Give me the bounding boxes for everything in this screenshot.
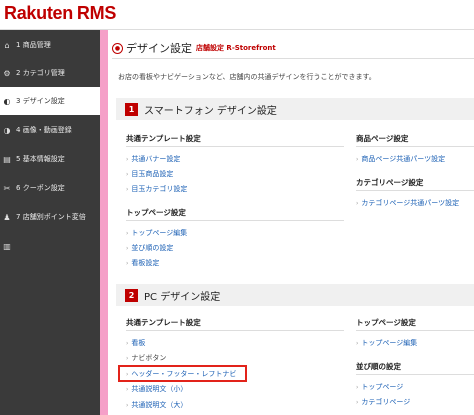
- page-title: デザイン設定: [126, 42, 192, 55]
- chevron-right-icon: ›: [356, 199, 359, 207]
- rakuten-rms-logo[interactable]: Rakuten RMS: [4, 3, 116, 24]
- section-header-smartphone: 1 スマートフォン デザイン設定: [116, 98, 474, 120]
- column-heading: トップページ設定: [356, 318, 416, 327]
- chevron-right-icon: ›: [126, 339, 129, 347]
- chevron-right-icon: ›: [126, 401, 129, 409]
- divider: [126, 330, 344, 331]
- section-title: スマートフォン デザイン設定: [144, 105, 277, 117]
- chevron-right-icon: ›: [356, 339, 359, 347]
- divider: [112, 58, 474, 59]
- link-featured-products[interactable]: › 目玉商品設定: [126, 169, 173, 179]
- section-header-pc: 2 PC デザイン設定: [116, 284, 474, 306]
- palette-icon: ◐: [3, 96, 11, 106]
- highlight-box: [118, 365, 247, 382]
- chevron-right-icon: ›: [126, 354, 129, 362]
- link-featured-categories[interactable]: › 目玉カテゴリ設定: [126, 184, 187, 194]
- design-icon: ●: [112, 42, 123, 54]
- divider: [356, 330, 474, 331]
- page-accent-border: [100, 30, 108, 415]
- link-product-page-parts[interactable]: › 商品ページ共通パーツ設定: [356, 154, 445, 164]
- divider: [126, 220, 344, 221]
- chevron-right-icon: ›: [356, 155, 359, 163]
- link-signboard[interactable]: › 看板設定: [126, 258, 159, 268]
- link-pc-top-page-edit[interactable]: › トップページ編集: [356, 338, 417, 348]
- section-number-badge: 1: [125, 102, 138, 116]
- chevron-right-icon: ›: [126, 229, 129, 237]
- link-common-desc-large[interactable]: › 共通説明文（大）: [126, 400, 187, 410]
- top-header: Rakuten RMS: [0, 0, 474, 30]
- column-heading: トップページ設定: [126, 208, 186, 217]
- ticket-icon: ✂: [3, 183, 11, 193]
- store-setting-label: 店舗設定 R-Storefront: [196, 44, 276, 52]
- sidebar-item-more[interactable]: ▥: [0, 232, 100, 260]
- link-order-top-page[interactable]: › トップページ: [356, 382, 403, 392]
- chevron-right-icon: ›: [126, 170, 129, 178]
- link-category-page-parts[interactable]: › カテゴリページ共通パーツ設定: [356, 198, 459, 208]
- list-icon: ▤: [3, 154, 11, 164]
- link-sort-order[interactable]: › 並び順の設定: [126, 243, 173, 253]
- chevron-right-icon: ›: [126, 385, 129, 393]
- people-icon: ♟: [3, 212, 11, 222]
- chevron-right-icon: ›: [356, 383, 359, 391]
- sidebar-item-design[interactable]: ◐ 3 デザイン設定: [0, 87, 100, 115]
- home-icon: ⌂: [4, 40, 10, 50]
- link-top-page-edit[interactable]: › トップページ編集: [126, 228, 187, 238]
- gear-icon: ⚙: [3, 68, 11, 78]
- sidebar: ⌂ 1 商品管理 ⚙ 2 カテゴリ管理 ◐ 3 デザイン設定 ◑ 4 画像・動画…: [0, 30, 100, 415]
- page-header: ● デザイン設定 店舗設定 R-Storefront: [112, 40, 276, 56]
- sidebar-item-basic-info[interactable]: ▤ 5 基本情報設定: [0, 145, 100, 173]
- chevron-right-icon: ›: [126, 259, 129, 267]
- sidebar-item-points[interactable]: ♟ 7 店舗別ポイント変倍: [0, 203, 100, 231]
- sidebar-item-images[interactable]: ◑ 4 画像・動画登録: [0, 116, 100, 144]
- menu-icon: ▥: [3, 241, 11, 251]
- chevron-right-icon: ›: [126, 185, 129, 193]
- section-title: PC デザイン設定: [144, 291, 221, 303]
- divider: [356, 190, 474, 191]
- column-heading: 並び順の設定: [356, 362, 401, 371]
- sidebar-item-coupons[interactable]: ✂ 6 クーポン設定: [0, 174, 100, 202]
- column-heading: 共通テンプレート設定: [126, 134, 201, 143]
- chevron-right-icon: ›: [126, 155, 129, 163]
- divider: [356, 374, 474, 375]
- main-content: ● デザイン設定 店舗設定 R-Storefront お店の看板やナビゲーション…: [108, 30, 474, 415]
- divider: [126, 146, 344, 147]
- sidebar-item-products[interactable]: ⌂ 1 商品管理: [0, 31, 100, 59]
- page-description: お店の看板やナビゲーションなど、店舗内の共通デザインを行うことができます。: [118, 73, 376, 81]
- chevron-right-icon: ›: [356, 398, 359, 406]
- image-icon: ◑: [3, 125, 11, 135]
- chevron-right-icon: ›: [126, 244, 129, 252]
- column-heading: 共通テンプレート設定: [126, 318, 201, 327]
- sidebar-item-categories[interactable]: ⚙ 2 カテゴリ管理: [0, 59, 100, 87]
- column-heading: 商品ページ設定: [356, 134, 409, 143]
- link-order-category-page[interactable]: › カテゴリページ: [356, 397, 410, 407]
- divider: [356, 146, 474, 147]
- link-nav-button[interactable]: › ナビボタン: [126, 353, 166, 363]
- column-heading: カテゴリページ設定: [356, 178, 424, 187]
- link-pc-signboard[interactable]: › 看板: [126, 338, 145, 348]
- link-common-desc-small[interactable]: › 共通説明文（小）: [126, 384, 187, 394]
- link-common-banner[interactable]: › 共通バナー設定: [126, 154, 180, 164]
- section-number-badge: 2: [125, 288, 138, 302]
